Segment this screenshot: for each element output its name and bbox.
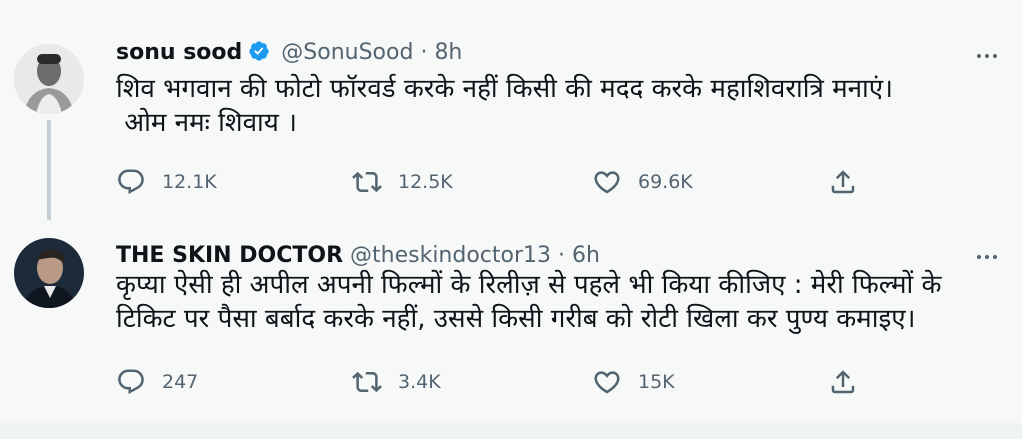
tweet-text-line: ओम नमः शिवाय । [116,108,297,138]
tweet-text-line: शिव भगवान की फोटो फॉरवर्ड करके नहीं किसी… [116,74,894,104]
share-button[interactable] [828,367,858,397]
retweet-count: 3.4K [398,371,441,393]
author-name[interactable]: THE SKIN DOCTOR [116,243,343,268]
tweet-the-skin-doctor[interactable]: THE SKIN DOCTOR @theskindoctor13 · 6h कृ… [0,220,1022,423]
author-handle[interactable]: @SonuSood [281,40,413,65]
tweet-sonu-sood[interactable]: sonu sood @SonuSood · 8h शिव भगवान की फो… [0,0,1022,227]
tweet-header: sonu sood @SonuSood · 8h [116,40,462,65]
avatar[interactable] [14,44,84,114]
reply-count: 12.1K [162,171,217,193]
reply-icon [118,369,144,395]
share-button[interactable] [828,167,858,197]
tweet-text: शिव भगवान की फोटो फॉरवर्ड करके नहीं किसी… [116,72,996,140]
reply-icon [118,169,144,195]
like-count: 15K [638,371,675,393]
retweet-icon [352,171,382,193]
share-icon [831,170,855,194]
tweet-text: कृप्या ऐसी ही अपील अपनी फिल्मों के रिलीज… [116,268,996,336]
tweet-header: THE SKIN DOCTOR @theskindoctor13 · 6h [116,243,600,268]
tweet-text-line: कृप्या ऐसी ही अपील अपनी फिल्मों के रिलीज… [116,270,942,300]
divider [0,423,1022,439]
tweet-timestamp[interactable]: 6h [572,243,600,268]
like-icon [594,171,620,194]
like-icon [594,371,620,394]
share-icon [831,370,855,394]
tweet-actions: 247 3.4K 15K [116,367,876,397]
like-count: 69.6K [638,171,693,193]
like-button[interactable]: 69.6K [592,167,693,197]
reply-button[interactable]: 12.1K [116,167,217,197]
verified-badge-icon [249,41,269,61]
retweet-icon [352,371,382,393]
retweet-button[interactable]: 12.5K [352,167,453,197]
author-handle[interactable]: @theskindoctor13 [350,243,551,268]
reply-button[interactable]: 247 [116,367,198,397]
separator-dot: · [420,40,428,65]
thread-line [47,120,51,227]
avatar[interactable] [14,238,84,308]
more-icon[interactable] [972,46,1002,66]
tweet-timestamp[interactable]: 8h [434,40,462,65]
tweet-actions: 12.1K 12.5K 69.6K [116,167,876,197]
retweet-button[interactable]: 3.4K [352,367,441,397]
reply-count: 247 [162,371,199,393]
separator-dot: · [558,243,566,268]
like-button[interactable]: 15K [592,367,675,397]
tweet-text-line: टिकिट पर पैसा बर्बाद करके नहीं, उससे किस… [116,304,916,334]
retweet-count: 12.5K [398,171,453,193]
author-name[interactable]: sonu sood [116,40,242,65]
more-icon[interactable] [972,247,1002,267]
